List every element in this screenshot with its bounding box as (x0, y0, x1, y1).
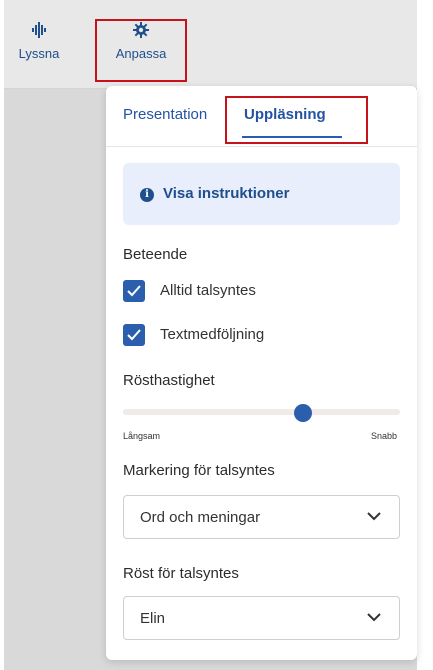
highlighting-select[interactable]: Ord och meningar (123, 495, 400, 539)
speed-title: Rösthastighet (123, 372, 215, 389)
customize-button[interactable]: Anpassa (95, 22, 187, 68)
voice-selected-value: Elin (140, 610, 166, 627)
text-follow-label: Textmedföljning (160, 326, 265, 343)
active-tab-underline (242, 136, 342, 138)
listen-button[interactable]: Lyssna (10, 22, 68, 68)
tab-presentation[interactable]: Presentation (123, 106, 207, 123)
voice-title: Röst för talsyntes (123, 565, 239, 582)
speed-max-label: Snabb (371, 431, 398, 441)
voice-select[interactable]: Elin (123, 596, 400, 640)
show-instructions-label: Visa instruktioner (163, 185, 290, 202)
speed-slider-thumb[interactable] (294, 404, 313, 422)
always-tts-checkbox[interactable] (123, 280, 145, 302)
customize-label: Anpassa (115, 46, 167, 61)
behavior-title: Beteende (123, 246, 188, 263)
text-follow-checkbox[interactable] (123, 324, 145, 346)
show-instructions-button[interactable]: i Visa instruktioner (123, 163, 400, 225)
gear-icon (95, 22, 187, 42)
speed-slider-track[interactable] (123, 409, 400, 415)
always-tts-label: Alltid talsyntes (160, 282, 256, 299)
info-icon: i (140, 188, 154, 202)
tab-upplasning[interactable]: Uppläsning (244, 106, 326, 123)
check-icon (127, 285, 141, 297)
check-icon (127, 329, 141, 341)
tab-divider (106, 146, 417, 147)
settings-panel: Presentation Uppläsning i Visa instrukti… (106, 86, 417, 660)
chevron-down-icon (367, 613, 381, 622)
listen-label: Lyssna (18, 46, 60, 61)
highlighting-title: Markering för talsyntes (123, 462, 275, 479)
sound-wave-icon (10, 22, 68, 42)
chevron-down-icon (367, 512, 381, 521)
speed-min-label: Långsam (123, 431, 161, 441)
highlighting-selected-value: Ord och meningar (140, 509, 261, 526)
